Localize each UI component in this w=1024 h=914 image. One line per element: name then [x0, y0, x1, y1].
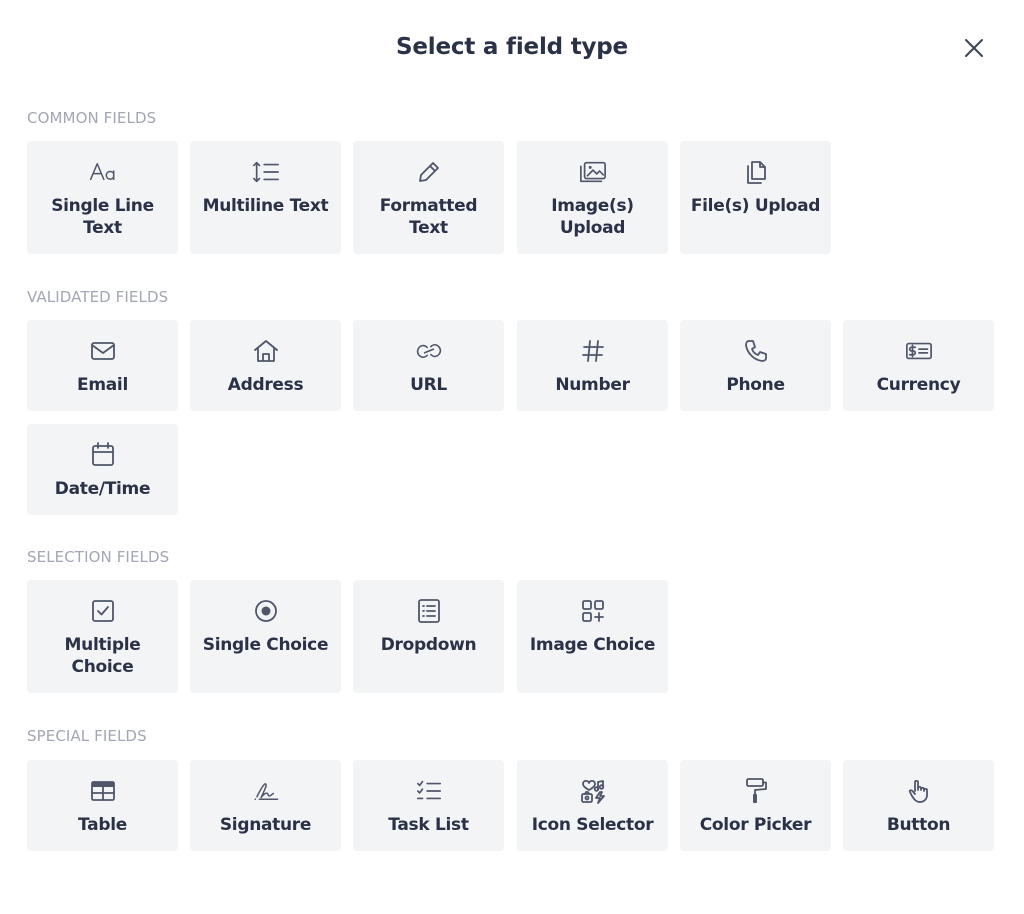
- field-card-dropdown[interactable]: Dropdown: [353, 580, 504, 693]
- close-icon: [963, 37, 985, 59]
- field-card-formatted-text[interactable]: Formatted Text: [353, 141, 504, 254]
- paint-roller-icon: [742, 777, 770, 805]
- field-card-label: Single Line Text: [51, 196, 154, 238]
- field-card-image-choice[interactable]: Image Choice: [517, 580, 668, 693]
- section-title-special: SPECIAL FIELDS: [27, 727, 147, 745]
- field-card-number[interactable]: Number: [517, 320, 668, 411]
- field-card-label: File(s) Upload: [690, 196, 821, 216]
- field-card-label: Button: [886, 815, 951, 835]
- field-card-label: Multiline Text: [202, 196, 329, 216]
- task-list-icon: [415, 777, 443, 805]
- field-card-button[interactable]: Button: [843, 760, 994, 851]
- hash-icon: [579, 337, 607, 365]
- field-card-label: Color Picker: [699, 815, 812, 835]
- field-card-label: Image(s) Upload: [551, 196, 634, 238]
- pointer-hand-icon: [905, 777, 933, 805]
- field-card-icon-selector[interactable]: Icon Selector: [517, 760, 668, 851]
- radio-icon: [252, 597, 280, 625]
- currency-icon: [905, 337, 933, 365]
- house-icon: [252, 337, 280, 365]
- field-card-address[interactable]: Address: [190, 320, 341, 411]
- field-card-label: URL: [410, 375, 447, 395]
- field-card-email[interactable]: Email: [27, 320, 178, 411]
- field-card-label: Address: [227, 375, 304, 395]
- field-card-color-picker[interactable]: Color Picker: [680, 760, 831, 851]
- table-icon: [89, 777, 117, 805]
- icon-selector-icon: [579, 777, 607, 805]
- field-card-label: Task List: [388, 815, 469, 835]
- text-aa-icon: [89, 158, 117, 186]
- field-type-dialog: Select a field type COMMON FIELDS Single…: [0, 0, 1024, 914]
- field-card-table[interactable]: Table: [27, 760, 178, 851]
- field-card-multiple-choice[interactable]: Multiple Choice: [27, 580, 178, 693]
- field-card-single-choice[interactable]: Single Choice: [190, 580, 341, 693]
- section-title-validated: VALIDATED FIELDS: [27, 288, 169, 306]
- field-card-label: Phone: [726, 375, 785, 395]
- field-card-currency[interactable]: Currency: [843, 320, 994, 411]
- field-card-multiline-text[interactable]: Multiline Text: [190, 141, 341, 254]
- field-card-images-upload[interactable]: Image(s) Upload: [517, 141, 668, 254]
- calendar-icon: [89, 441, 117, 469]
- field-card-url[interactable]: URL: [353, 320, 504, 411]
- field-card-label: Email: [77, 375, 128, 395]
- line-height-list-icon: [252, 158, 280, 186]
- grid-plus-icon: [579, 597, 607, 625]
- field-card-label: Single Choice: [202, 635, 329, 655]
- dropdown-list-icon: [415, 597, 443, 625]
- signature-icon: [252, 777, 280, 805]
- field-card-single-line-text[interactable]: Single Line Text: [27, 141, 178, 254]
- field-card-signature[interactable]: Signature: [190, 760, 341, 851]
- field-card-label: Icon Selector: [531, 815, 654, 835]
- field-card-label: Date/Time: [54, 479, 151, 499]
- field-card-phone[interactable]: Phone: [680, 320, 831, 411]
- link-icon: [415, 337, 443, 365]
- field-card-task-list[interactable]: Task List: [353, 760, 504, 851]
- section-title-selection: SELECTION FIELDS: [27, 548, 170, 566]
- pencil-icon: [415, 158, 443, 186]
- field-card-label: Signature: [219, 815, 312, 835]
- field-card-label: Formatted Text: [379, 196, 478, 238]
- envelope-icon: [89, 337, 117, 365]
- images-icon: [579, 158, 607, 186]
- field-card-label: Image Choice: [529, 635, 656, 655]
- field-card-label: Table: [78, 815, 127, 835]
- field-card-label: Dropdown: [380, 635, 477, 655]
- field-card-label: Currency: [876, 375, 961, 395]
- field-card-date-time[interactable]: Date/Time: [27, 424, 178, 515]
- checkbox-icon: [89, 597, 117, 625]
- field-card-label: Number: [555, 375, 630, 395]
- files-icon: [742, 158, 770, 186]
- phone-icon: [742, 337, 770, 365]
- field-card-files-upload[interactable]: File(s) Upload: [680, 141, 831, 254]
- dialog-title: Select a field type: [396, 34, 628, 60]
- section-title-common: COMMON FIELDS: [27, 109, 157, 127]
- field-card-label: Multiple Choice: [64, 635, 141, 677]
- close-button[interactable]: [960, 34, 988, 62]
